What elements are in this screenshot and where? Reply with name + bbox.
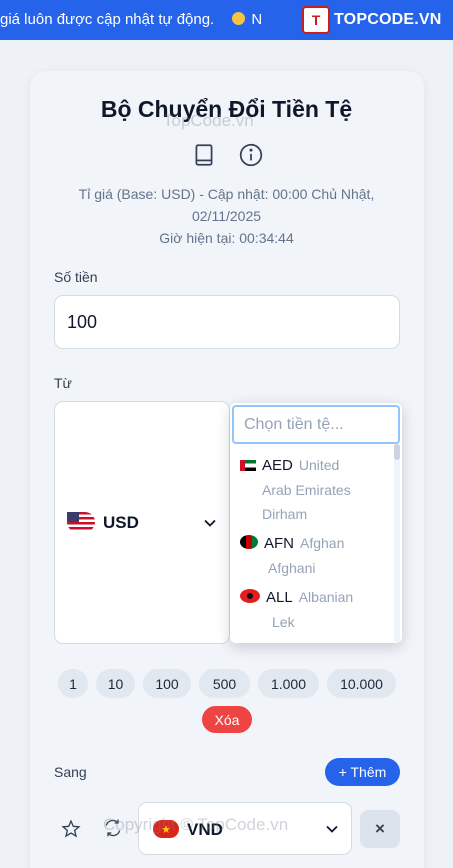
- from-currency-code: USD: [103, 513, 139, 532]
- quick-amount-10[interactable]: 10: [96, 669, 135, 698]
- swap-icon[interactable]: [103, 818, 123, 838]
- quick-amount-500[interactable]: 500: [199, 669, 250, 698]
- chevron-down-icon: [204, 519, 216, 527]
- page-title: Bộ Chuyển Đổi Tiền Tệ: [100, 96, 353, 122]
- dropdown-scrollbar-track[interactable]: [394, 444, 400, 642]
- currency-dropdown: AEDUnited Arab Emirates Dirham AFNAfghan…: [230, 403, 402, 643]
- logo-text: TOPCODE.VN: [334, 11, 442, 28]
- vietnam-flag-icon: ★: [153, 820, 179, 838]
- remove-currency-button[interactable]: ×: [360, 810, 400, 848]
- from-label: Từ: [54, 375, 72, 391]
- quick-amount-10000[interactable]: 10.000: [327, 669, 396, 698]
- to-currency-select[interactable]: ★ VND: [138, 802, 352, 855]
- amount-label: Số tiền: [54, 269, 98, 285]
- top-banner: giá luôn được cập nhật tự động. N T TOPC…: [0, 0, 453, 40]
- rate-info: Tỉ giá (Base: USD) - Cập nhật: 00:00 Chủ…: [60, 183, 393, 249]
- lightbulb-icon: [232, 12, 246, 25]
- add-currency-button[interactable]: + Thêm: [325, 758, 400, 786]
- dropdown-scrollbar-thumb[interactable]: [394, 444, 400, 460]
- info-icon[interactable]: [238, 142, 264, 168]
- banner-message: giá luôn được cập nhật tự động.: [0, 11, 215, 28]
- currency-search-input[interactable]: [232, 405, 400, 444]
- currency-option-aed[interactable]: AED United Arab Emirates Dirham: [240, 453, 390, 526]
- albania-flag-icon: [240, 589, 260, 603]
- quick-amount-1[interactable]: 1: [58, 669, 88, 698]
- banner-marquee: giá luôn được cập nhật tự động. N: [0, 11, 262, 28]
- quick-amount-100[interactable]: 100: [143, 669, 191, 698]
- banner-message-2: N: [251, 11, 263, 28]
- currency-option-all[interactable]: ALL Albanian Lek: [240, 585, 390, 634]
- rate-info-current-time: Giờ hiện tại: 00:34:44: [159, 230, 294, 246]
- to-currency-code: VND: [187, 820, 223, 839]
- us-flag-icon: [67, 512, 95, 532]
- logo-badge-icon: T: [302, 6, 330, 34]
- quick-amount-1000[interactable]: 1.000: [258, 669, 319, 698]
- rate-info-updated: Tỉ giá (Base: USD) - Cập nhật: 00:00 Chủ…: [78, 186, 375, 224]
- from-currency-select[interactable]: USD: [54, 401, 230, 644]
- chevron-down-icon: [326, 825, 338, 833]
- currency-option-afn[interactable]: AFN Afghan Afghani: [240, 531, 390, 580]
- afghanistan-flag-icon: [240, 535, 258, 549]
- amount-input[interactable]: [54, 295, 400, 349]
- clear-button[interactable]: Xóa: [202, 706, 252, 733]
- book-icon[interactable]: [191, 142, 217, 168]
- star-icon[interactable]: [61, 819, 81, 839]
- to-label: Sang: [54, 764, 87, 780]
- topcode-logo: T TOPCODE.VN ẩm: [302, 5, 453, 35]
- uae-flag-icon: [240, 460, 256, 471]
